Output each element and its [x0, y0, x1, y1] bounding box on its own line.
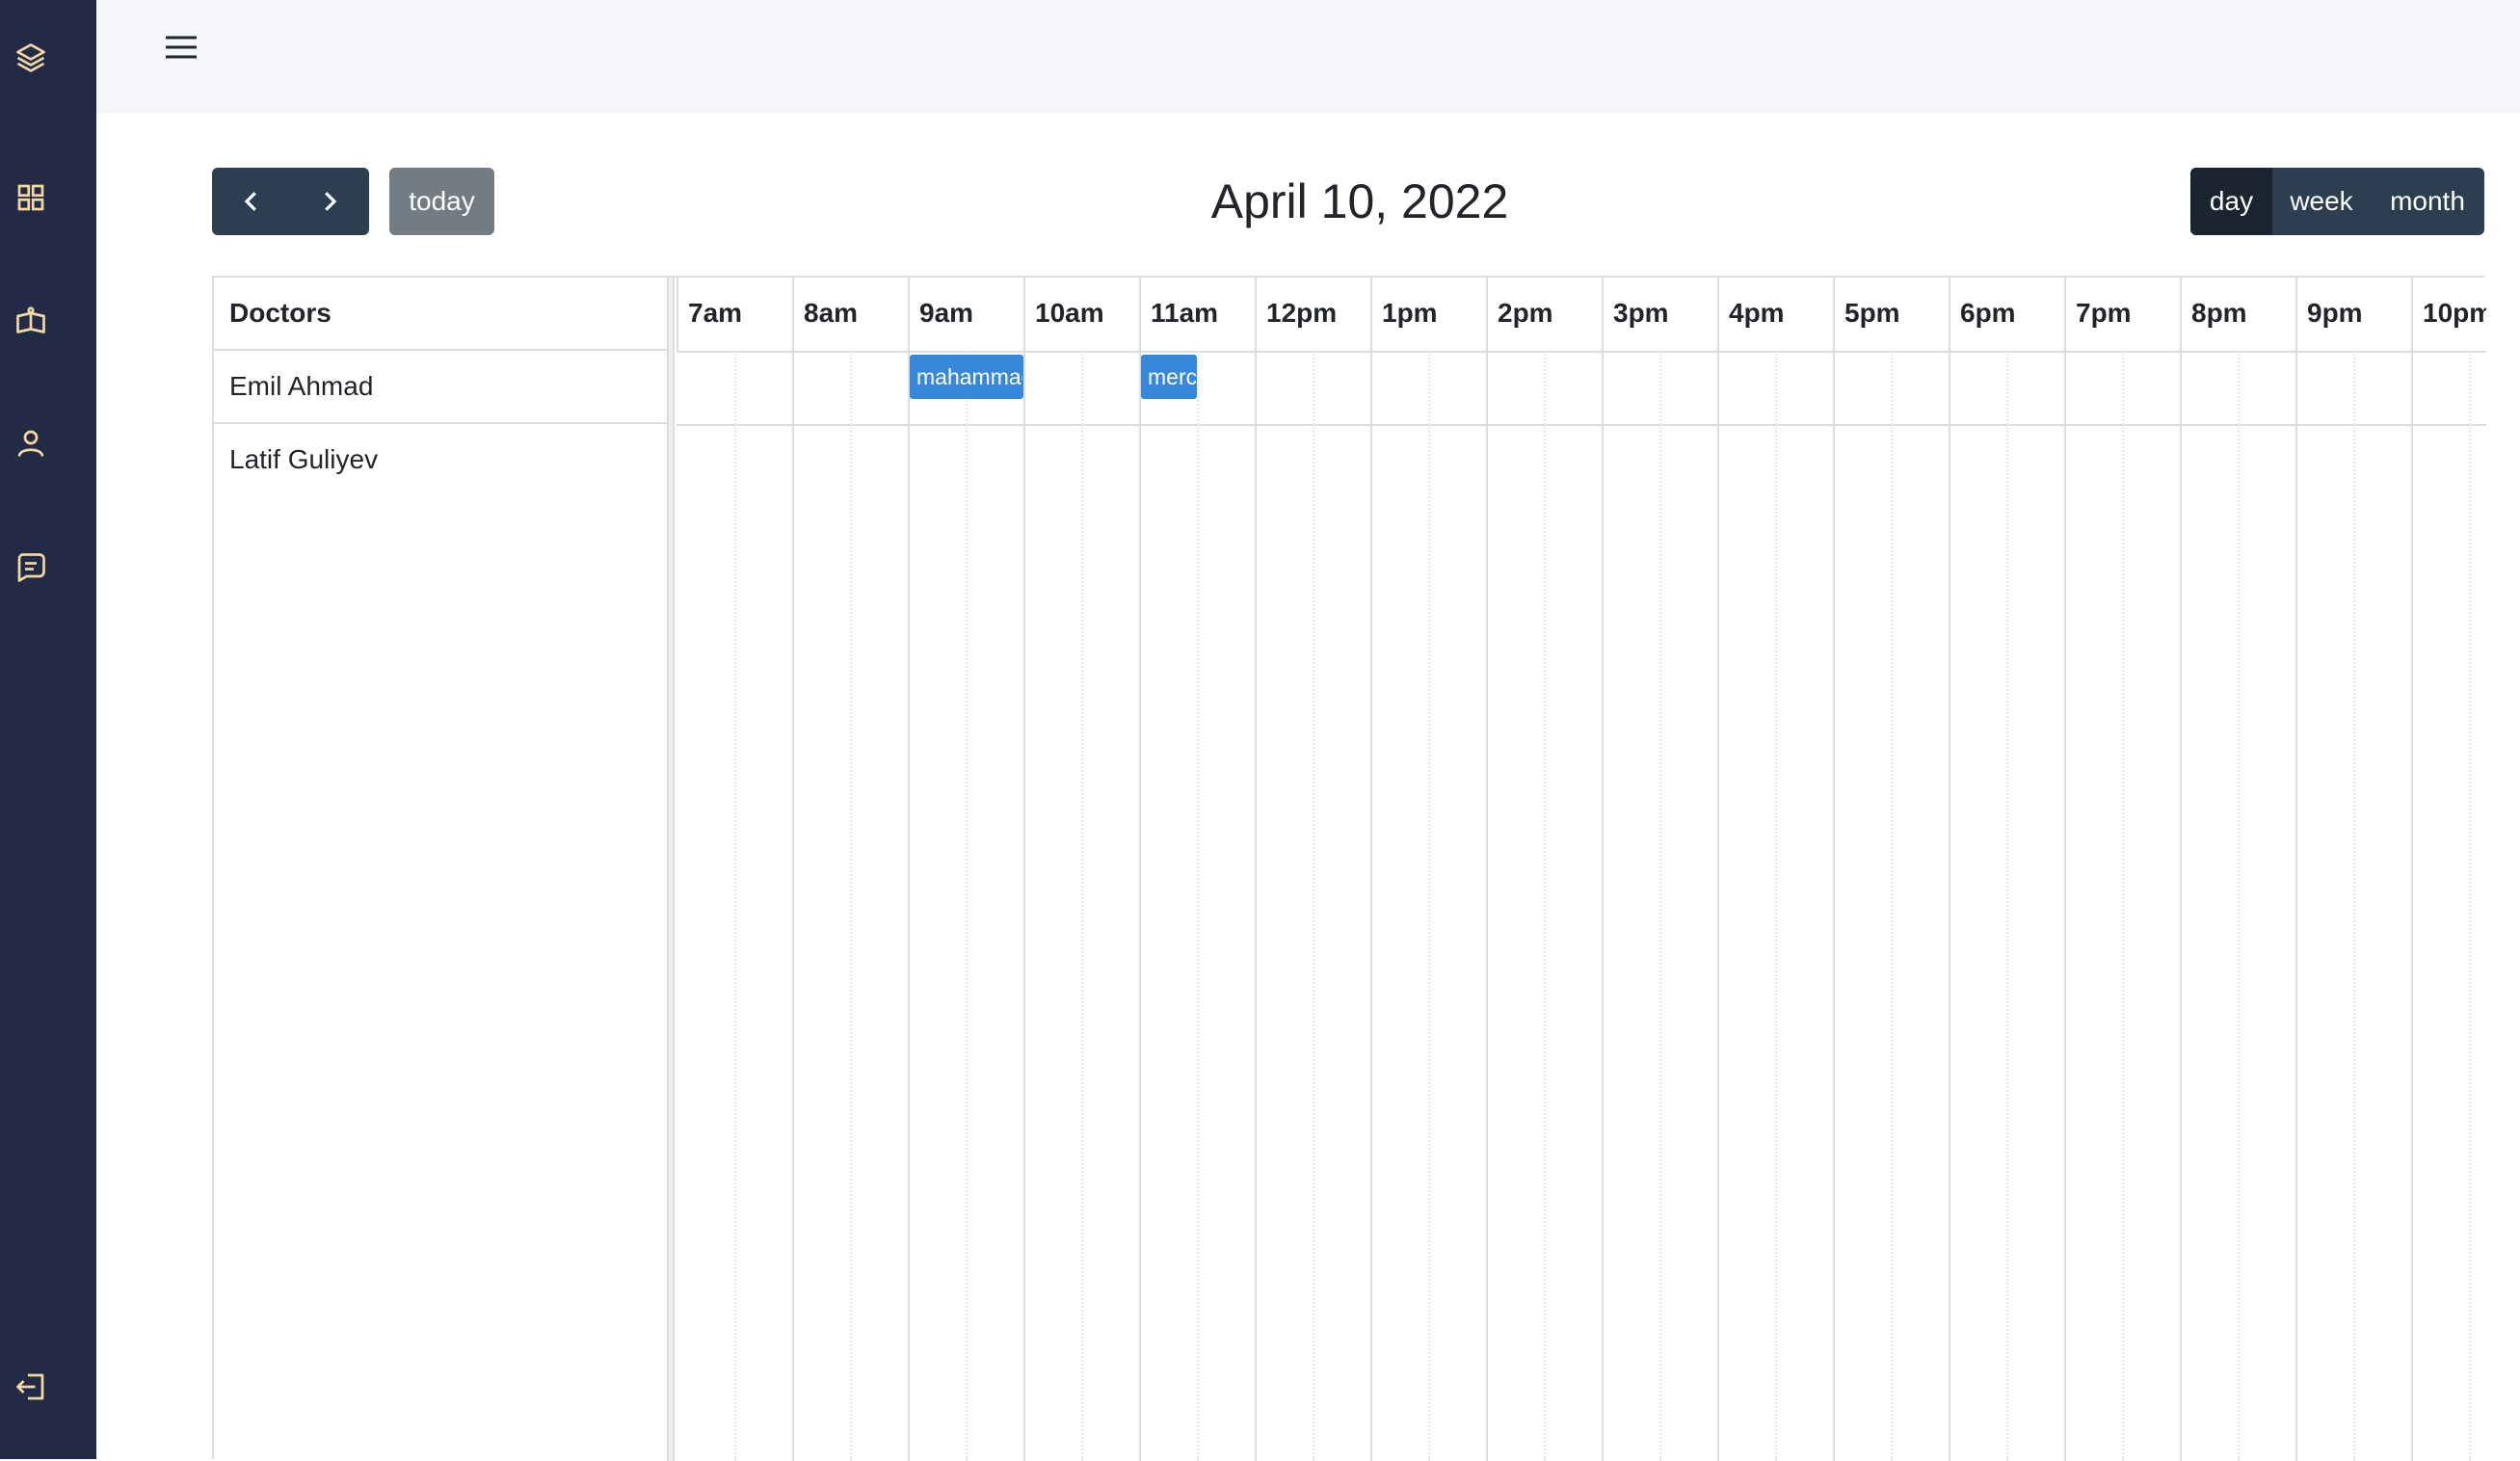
- half-hour-gridline: [2238, 351, 2240, 1461]
- half-hour-gridline: [850, 351, 852, 1461]
- grid-icon[interactable]: [13, 180, 48, 215]
- resource-row: Emil Ahmad: [214, 351, 667, 424]
- time-header-cell: 3pm: [1602, 278, 1717, 351]
- half-hour-gridline: [966, 351, 968, 1461]
- hour-gridline: [1139, 351, 1141, 1461]
- calendar-toolbar: today April 10, 2022 day week month: [212, 168, 2484, 235]
- view-day-button[interactable]: day: [2190, 168, 2272, 235]
- calendar-event[interactable]: mahammad: [910, 355, 1023, 399]
- hour-gridline: [1602, 351, 1604, 1461]
- book-icon[interactable]: [13, 305, 48, 339]
- hour-gridline: [908, 351, 910, 1461]
- half-hour-gridline: [2353, 351, 2355, 1461]
- user-icon[interactable]: [13, 426, 48, 461]
- time-slots-area: 7am 8am 9am 10am 11am 12pm 1pm 2pm 3pm 4pm 5pm 6pm 7…: [676, 278, 2486, 1461]
- time-header-cell: 12pm: [1255, 278, 1370, 351]
- time-header-cell: 6pm: [1949, 278, 2064, 351]
- half-hour-gridline: [1659, 351, 1661, 1461]
- time-header-cell: 8am: [792, 278, 908, 351]
- calendar-event[interactable]: merc: [1141, 355, 1197, 399]
- hour-gridline: [2180, 351, 2182, 1461]
- resource-row: Latif Guliyev: [229, 444, 379, 474]
- time-header-cell: 8pm: [2180, 278, 2295, 351]
- time-header-cell: 7pm: [2064, 278, 2180, 351]
- view-month-button[interactable]: month: [2371, 168, 2484, 235]
- hour-gridline: [2064, 351, 2066, 1461]
- half-hour-gridline: [1544, 351, 1546, 1461]
- prev-button[interactable]: [212, 168, 290, 235]
- half-hour-gridline: [1081, 351, 1083, 1461]
- time-header-cell: 2pm: [1486, 278, 1602, 351]
- nav-button-group: [212, 168, 369, 235]
- time-header-cell: 10am: [1023, 278, 1139, 351]
- hour-gridline: [2295, 351, 2297, 1461]
- time-header-cell: 9pm: [2295, 278, 2411, 351]
- sidebar: [0, 0, 96, 1459]
- hour-gridline: [1833, 351, 1835, 1461]
- row-divider: [676, 424, 2486, 426]
- time-header-cell: 5pm: [1833, 278, 1949, 351]
- view-week-button[interactable]: week: [2272, 168, 2371, 235]
- today-button[interactable]: today: [389, 168, 494, 235]
- half-hour-gridline: [1197, 351, 1199, 1461]
- hour-gridline: [792, 351, 794, 1461]
- chevron-right-icon: [324, 192, 336, 211]
- header-divider: [676, 351, 2486, 353]
- hour-gridline: [1949, 351, 1950, 1461]
- top-bar: [96, 0, 2520, 114]
- half-hour-gridline: [734, 351, 736, 1461]
- message-icon[interactable]: [13, 550, 48, 585]
- time-header-cell: 1pm: [1370, 278, 1486, 351]
- hour-gridline: [1486, 351, 1488, 1461]
- hour-gridline: [1370, 351, 1372, 1461]
- time-header-cell: 11am: [1139, 278, 1255, 351]
- half-hour-gridline: [2006, 351, 2008, 1461]
- time-header-cell: 9am: [908, 278, 1023, 351]
- hour-gridline: [2411, 351, 2413, 1461]
- resource-column: Doctors Emil Ahmad Latif Guliyev: [214, 278, 669, 1461]
- time-header-cell: 10pm: [2411, 278, 2486, 351]
- half-hour-gridline: [1891, 351, 1893, 1461]
- calendar-title: April 10, 2022: [1210, 174, 1509, 228]
- time-header-cell: 4pm: [1717, 278, 1833, 351]
- half-hour-gridline: [1428, 351, 1430, 1461]
- half-hour-gridline: [1313, 351, 1314, 1461]
- resource-timeline: Doctors Emil Ahmad Latif Guliyev 7am 8am 9…: [212, 276, 2486, 1461]
- hour-gridline: [1717, 351, 1719, 1461]
- next-button[interactable]: [290, 168, 368, 235]
- layers-icon[interactable]: [13, 40, 48, 75]
- hour-gridline: [1023, 351, 1025, 1461]
- half-hour-gridline: [1775, 351, 1777, 1461]
- hour-gridline: [1255, 351, 1257, 1461]
- logout-icon[interactable]: [13, 1369, 48, 1404]
- hamburger-menu-icon[interactable]: [164, 33, 199, 62]
- resource-header: Doctors: [214, 278, 667, 351]
- half-hour-gridline: [2469, 351, 2471, 1461]
- chevron-left-icon: [244, 192, 256, 211]
- view-switcher: day week month: [2190, 168, 2484, 235]
- column-resizer[interactable]: [669, 278, 675, 1461]
- time-header-cell: 7am: [676, 278, 792, 351]
- half-hour-gridline: [2122, 351, 2124, 1461]
